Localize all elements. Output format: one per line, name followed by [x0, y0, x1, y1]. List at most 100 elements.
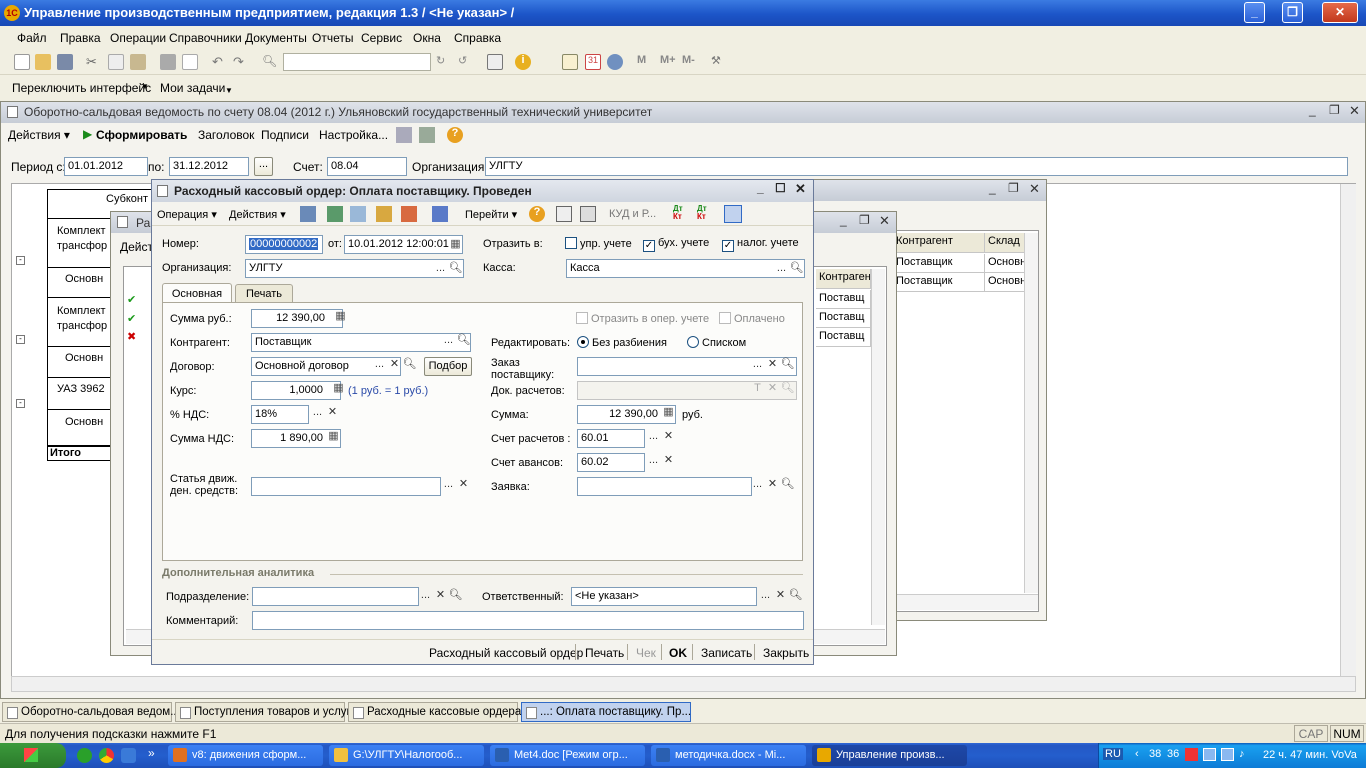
department-field[interactable]: [252, 587, 419, 606]
number-field[interactable]: 00000000002: [249, 238, 319, 250]
report-horizontal-scrollbar[interactable]: [11, 676, 1356, 692]
ok-button[interactable]: OK: [669, 646, 687, 660]
contract-search-icon[interactable]: 🔍︎: [402, 357, 417, 374]
cash-orders-vertical-scrollbar[interactable]: [871, 269, 885, 625]
undo-icon[interactable]: ↶: [212, 54, 228, 70]
advance-account-clear-icon[interactable]: ✕: [661, 453, 676, 470]
taskbar-button[interactable]: v8: движения сформ...: [168, 745, 323, 766]
menu-item[interactable]: Правка: [60, 31, 101, 45]
chrome-icon[interactable]: [99, 748, 114, 763]
rate-field[interactable]: 1,0000: [251, 381, 341, 400]
period-select-button[interactable]: ...: [254, 157, 273, 176]
utorrent-icon[interactable]: [77, 748, 92, 763]
cashflow-item-field[interactable]: [251, 477, 441, 496]
calendar-icon[interactable]: 31: [585, 54, 601, 70]
menu-item[interactable]: Файл: [17, 31, 47, 45]
menu-item[interactable]: Документы: [245, 31, 307, 45]
actions-menu-button[interactable]: Действия ▾: [229, 208, 286, 221]
receipts-vertical-scrollbar[interactable]: [1024, 233, 1038, 593]
department-select-button[interactable]: ...: [418, 588, 433, 605]
vat-rate-clear-icon[interactable]: ✕: [325, 405, 340, 422]
users-icon[interactable]: [607, 54, 623, 70]
monitor-icon[interactable]: [1203, 748, 1216, 761]
help-icon[interactable]: ?: [447, 127, 463, 143]
network-error-icon[interactable]: [1185, 748, 1198, 761]
cut-icon[interactable]: ✂: [86, 54, 102, 70]
header-button[interactable]: Заголовок: [198, 128, 254, 142]
request-select-button[interactable]: ...: [750, 477, 765, 494]
tab-main[interactable]: Основная: [162, 283, 232, 303]
date-calendar-icon[interactable]: ▦: [448, 237, 463, 254]
cash-orders-actions-button[interactable]: Дейст: [120, 240, 153, 254]
based-on-icon[interactable]: [376, 206, 392, 222]
table-row-warehouse[interactable]: Основн: [985, 273, 1025, 292]
responsible-field[interactable]: <Не указан>: [571, 587, 757, 606]
account-field[interactable]: 08.04: [327, 157, 407, 176]
report-vertical-scrollbar[interactable]: [1340, 184, 1356, 684]
start-button[interactable]: [0, 743, 66, 768]
window-tab[interactable]: Оборотно-сальдовая ведом...: [2, 702, 180, 722]
settings-save-icon[interactable]: [396, 127, 412, 143]
volume-icon[interactable]: ♪: [1239, 748, 1252, 761]
menu-item[interactable]: Операции: [110, 31, 166, 45]
post-icon[interactable]: [300, 206, 316, 222]
date-field[interactable]: 10.01.2012 12:00:01: [344, 235, 463, 254]
reflect-tax-checkbox[interactable]: ✓ налог. учете: [722, 237, 799, 252]
vat-rate-field[interactable]: 18%: [251, 405, 309, 424]
move-icon[interactable]: [432, 206, 448, 222]
tools-icon[interactable]: ⚒: [711, 54, 727, 70]
request-field[interactable]: [577, 477, 752, 496]
kudir-button[interactable]: КУД и Р...: [609, 208, 656, 220]
table-row-contractor[interactable]: Поставщ: [816, 290, 871, 309]
search-input[interactable]: [283, 53, 431, 71]
request-clear-icon[interactable]: ✕: [765, 477, 780, 494]
language-indicator[interactable]: RU: [1103, 748, 1123, 760]
calc-icon[interactable]: ▦: [331, 381, 346, 398]
copy-icon[interactable]: [108, 54, 124, 70]
switch-interface-button[interactable]: Переключить интерфейс: [12, 81, 151, 95]
taskbar-button[interactable]: G:\УЛГТУ\Налогооб...: [329, 745, 484, 766]
operation-menu-button[interactable]: Операция ▾: [157, 208, 217, 221]
menu-item[interactable]: Сервис: [361, 31, 402, 45]
network-icon[interactable]: [1221, 748, 1234, 761]
responsible-search-icon[interactable]: 🔍︎: [788, 588, 803, 605]
department-search-icon[interactable]: 🔍︎: [448, 588, 463, 605]
refresh-icon[interactable]: [327, 206, 343, 222]
form-close-button[interactable]: ✕: [795, 181, 806, 197]
new-icon[interactable]: [14, 54, 30, 70]
report-minimize-button[interactable]: _: [1309, 103, 1316, 117]
contractor-field[interactable]: Поставщик: [251, 333, 471, 352]
contractor-select-button[interactable]: ...: [441, 333, 456, 350]
save-icon[interactable]: [57, 54, 73, 70]
report-actions-button[interactable]: Действия ▾: [8, 128, 70, 142]
cash-field[interactable]: Касса: [566, 259, 805, 278]
settlement-account-field[interactable]: 60.01: [577, 429, 645, 448]
table-row-contractor[interactable]: Поставщик: [893, 273, 985, 292]
redo-icon[interactable]: ↷: [233, 54, 249, 70]
cash-orders-restore-button[interactable]: ❐: [859, 213, 870, 227]
structure-icon[interactable]: [401, 206, 417, 222]
sum-rub-field[interactable]: 12 390,00: [251, 309, 343, 328]
settings-load-icon[interactable]: [419, 127, 435, 143]
cashflow-clear-icon[interactable]: ✕: [456, 477, 471, 494]
col-contractor-header[interactable]: Контрагент: [893, 233, 985, 253]
calc-icon[interactable]: ▦: [326, 429, 341, 446]
contractor-search-icon[interactable]: 🔍︎: [456, 333, 471, 350]
goto-menu-button[interactable]: Перейти ▾: [465, 208, 517, 221]
preview-icon[interactable]: [182, 54, 198, 70]
print-icon[interactable]: [160, 54, 176, 70]
menu-item[interactable]: Справочники: [169, 31, 242, 45]
report-close-button[interactable]: ✕: [1349, 103, 1360, 119]
group-collapse-icon[interactable]: -: [16, 256, 25, 265]
table-row-warehouse[interactable]: Основн: [985, 254, 1025, 273]
contract-clear-icon[interactable]: ✕: [387, 357, 402, 374]
advance-account-select-button[interactable]: ...: [646, 453, 661, 470]
supplier-order-search-icon[interactable]: 🔍︎: [780, 357, 795, 374]
window-tab[interactable]: Расходные кассовые ордера: [348, 702, 521, 722]
save-button[interactable]: Записать: [701, 646, 752, 660]
skype-icon[interactable]: [121, 748, 136, 763]
window-tab[interactable]: Поступления товаров и услуг: [175, 702, 351, 722]
cash-orders-minimize-button[interactable]: _: [840, 213, 847, 227]
my-tasks-button[interactable]: Мои задачи: [160, 81, 225, 95]
vat-rate-select-button[interactable]: ...: [310, 405, 325, 422]
